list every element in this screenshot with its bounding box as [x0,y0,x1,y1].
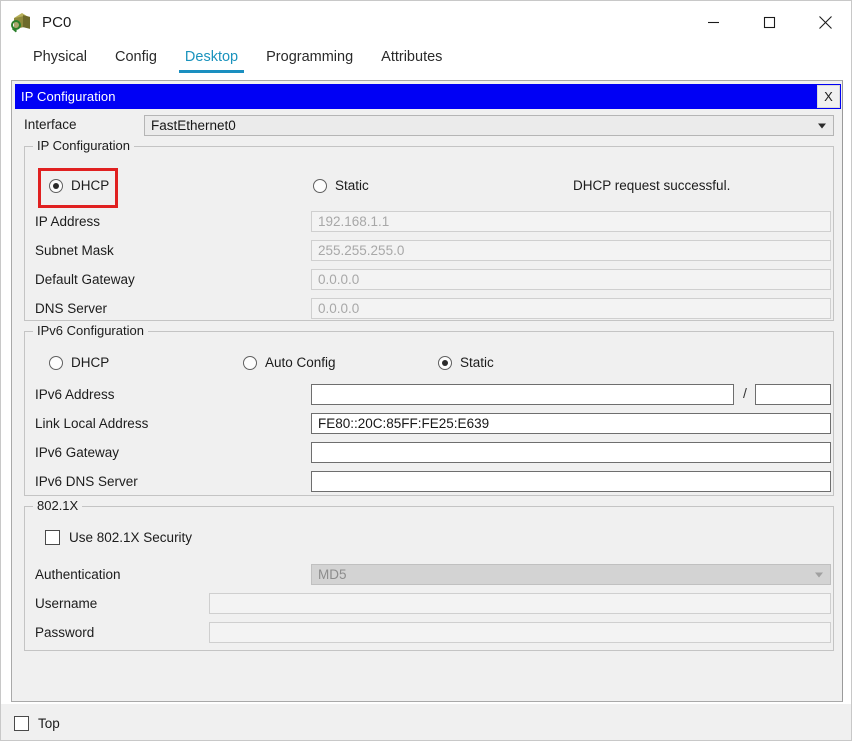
subnet-mask-label: Subnet Mask [35,243,114,258]
radio-ipv6-dhcp-label: DHCP [71,355,110,370]
field-ip-address: IP Address 192.168.1.1 [35,211,831,233]
ipv6-prefix-separator: / [743,385,747,401]
radio-dot-icon [313,178,327,193]
ipv6-gateway-input[interactable] [311,442,831,463]
ipv6-group-legend: IPv6 Configuration [33,323,148,338]
radio-dot-icon [49,355,63,370]
field-password: Password [35,622,831,644]
ipv6-gateway-label: IPv6 Gateway [35,445,120,460]
username-input[interactable] [209,593,831,614]
ipv6-configuration-group: IPv6 Configuration DHCP Auto Config Stat… [24,323,834,496]
ipv6-address-group: / [311,384,831,405]
ipv6-prefix-length-input[interactable] [755,384,831,405]
field-username: Username [35,593,831,615]
default-gateway-input[interactable]: 0.0.0.0 [311,269,831,290]
dhcp-status-message: DHCP request successful. [573,178,731,193]
authentication-select[interactable]: MD5 [311,564,831,585]
tab-desktop[interactable]: Desktop [171,47,252,73]
dot1x-group: 802.1X Use 802.1X Security Authenticatio… [24,498,834,651]
field-link-local-address: Link Local Address FE80::20C:85FF:FE25:E… [35,413,831,435]
password-input[interactable] [209,622,831,643]
tab-attributes[interactable]: Attributes [367,47,456,73]
ipv6-dns-server-label: IPv6 DNS Server [35,474,138,489]
radio-ipv6-static[interactable]: Static [438,355,494,370]
dialog-close-button[interactable]: X [817,85,840,108]
device-tabbar: Physical Config Desktop Programming Attr… [1,43,851,73]
chevron-down-icon [815,572,823,577]
window-title: PC0 [42,13,72,31]
top-label: Top [38,715,60,731]
radio-ipv4-dhcp[interactable]: DHCP [49,178,109,193]
ip-address-input[interactable]: 192.168.1.1 [311,211,831,232]
desktop-content-panel: IP Configuration X Interface FastEtherne… [11,80,843,702]
maximize-icon[interactable] [741,1,797,43]
link-local-address-label: Link Local Address [35,416,149,431]
window-controls [685,1,851,43]
interface-label: Interface [24,117,77,132]
username-label: Username [35,596,98,611]
default-gateway-value: 0.0.0.0 [318,272,360,287]
authentication-label: Authentication [35,567,121,582]
radio-dot-icon [243,355,257,370]
bottom-bar: Top [1,704,851,740]
radio-ipv6-autoconfig-label: Auto Config [265,355,336,370]
field-authentication: Authentication MD5 [35,564,831,586]
radio-ipv6-static-label: Static [460,355,494,370]
field-default-gateway: Default Gateway 0.0.0.0 [35,269,831,291]
radio-ipv4-dhcp-label: DHCP [71,178,110,193]
ipv6-address-label: IPv6 Address [35,387,115,402]
radio-ipv6-dhcp[interactable]: DHCP [49,355,109,370]
field-ipv6-dns-server: IPv6 DNS Server [35,471,831,493]
ip-configuration-header: IP Configuration X [15,84,841,109]
chevron-down-icon [818,123,826,128]
ipv4-group-legend: IP Configuration [33,138,134,153]
tab-config[interactable]: Config [101,47,171,73]
radio-ipv4-static-label: Static [335,178,369,193]
ipv6-address-input[interactable] [311,384,734,405]
ip-configuration-title: IP Configuration [21,89,116,104]
default-gateway-label: Default Gateway [35,272,135,287]
tab-programming[interactable]: Programming [252,47,367,73]
field-subnet-mask: Subnet Mask 255.255.255.0 [35,240,831,262]
checkbox-icon [45,530,60,545]
checkbox-top[interactable]: Top [14,715,60,731]
window-titlebar: PC0 [1,1,851,43]
field-dns-server: DNS Server 0.0.0.0 [35,298,831,320]
checkbox-icon [14,715,29,731]
close-icon[interactable] [797,1,851,43]
interface-select[interactable]: FastEthernet0 [144,115,834,136]
interface-value: FastEthernet0 [151,118,236,133]
link-local-address-value: FE80::20C:85FF:FE25:E639 [318,416,490,431]
radio-ipv4-static[interactable]: Static [313,178,369,193]
ip-address-value: 192.168.1.1 [318,214,390,229]
subnet-mask-value: 255.255.255.0 [318,243,405,258]
subnet-mask-input[interactable]: 255.255.255.0 [311,240,831,261]
interface-row: Interface FastEthernet0 [24,115,834,137]
dns-server-value: 0.0.0.0 [318,301,360,316]
field-ipv6-address: IPv6 Address / [35,384,831,406]
dns-server-label: DNS Server [35,301,108,316]
radio-dot-icon [438,355,452,370]
dot1x-group-legend: 802.1X [33,498,83,513]
radio-ipv6-autoconfig[interactable]: Auto Config [243,355,336,370]
use-dot1x-security-label: Use 802.1X Security [69,530,193,545]
radio-dot-icon [49,178,63,193]
field-ipv6-gateway: IPv6 Gateway [35,442,831,464]
dns-server-input[interactable]: 0.0.0.0 [311,298,831,319]
authentication-value: MD5 [318,567,347,582]
pc-device-icon [11,11,33,33]
ip-address-label: IP Address [35,214,101,229]
checkbox-use-dot1x-security[interactable]: Use 802.1X Security [45,530,192,545]
tab-physical[interactable]: Physical [19,47,101,73]
link-local-address-input[interactable]: FE80::20C:85FF:FE25:E639 [311,413,831,434]
pc0-window: PC0 Physical Config Desktop Programming … [0,0,852,741]
password-label: Password [35,625,95,640]
ipv6-dns-server-input[interactable] [311,471,831,492]
ipv4-configuration-group: IP Configuration DHCP Static DHCP reques… [24,138,834,321]
minimize-icon[interactable] [685,1,741,43]
